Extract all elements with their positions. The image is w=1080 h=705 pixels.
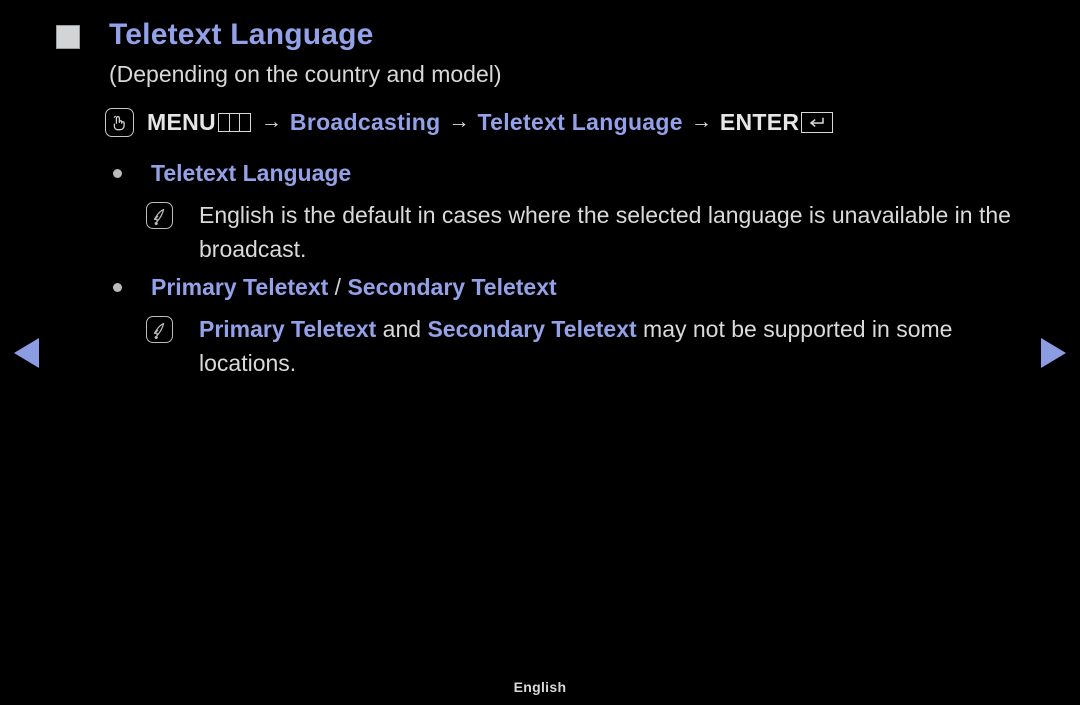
note-text-primary-secondary: Primary Teletext and Secondary Teletext … <box>199 316 953 376</box>
note-pen-icon <box>146 316 173 343</box>
label-primary-teletext: Primary Teletext <box>151 274 329 300</box>
bullet-label-teletext-language: Teletext Language <box>151 160 352 186</box>
footer-language-label: English <box>513 679 567 695</box>
menu-path-enter-label: ENTER <box>719 109 800 135</box>
remote-press-icon <box>105 107 134 137</box>
note-text-teletext-language: English is the default in cases where th… <box>199 202 1011 262</box>
label-separator: / <box>328 274 348 300</box>
menu-path-menu-label: MENU <box>147 109 216 135</box>
note-row: English is the default in cases where th… <box>0 189 1080 266</box>
section-teletext-language: Teletext Language English is the default… <box>0 158 1080 266</box>
next-page-arrow[interactable] <box>1041 338 1066 368</box>
bullet-dot-icon <box>113 283 122 292</box>
bullet-row: Primary Teletext / Secondary Teletext <box>0 272 1080 303</box>
enter-return-key-icon <box>801 111 834 133</box>
menu-path-breadcrumb: MENU → Broadcasting → Teletext Language … <box>105 106 834 138</box>
note-pen-icon <box>146 202 173 229</box>
path-arrow-2: → <box>448 110 470 133</box>
note-row: Primary Teletext and Secondary Teletext … <box>0 303 1080 380</box>
label-secondary-teletext: Secondary Teletext <box>347 274 557 300</box>
bullet-dot-icon <box>113 169 122 178</box>
bullet-row: Teletext Language <box>0 158 1080 189</box>
emanual-page: Teletext Language (Depending on the coun… <box>0 0 1080 705</box>
menu-path-step-broadcasting: Broadcasting <box>289 109 441 135</box>
path-arrow-1: → <box>260 110 282 133</box>
page-heading: Teletext Language <box>56 16 374 54</box>
menu-path-step-teletext-language: Teletext Language <box>477 109 683 135</box>
path-arrow-3: → <box>690 110 712 133</box>
previous-page-arrow[interactable] <box>14 338 39 368</box>
page-title: Teletext Language <box>109 18 374 51</box>
section-primary-secondary-teletext: Primary Teletext / Secondary Teletext Pr… <box>0 272 1080 380</box>
bullet-label-primary-secondary: Primary Teletext / Secondary Teletext <box>151 272 557 303</box>
page-subtitle: (Depending on the country and model) <box>109 61 502 87</box>
filled-square-icon <box>56 25 80 49</box>
menu-key-icon <box>217 112 251 132</box>
